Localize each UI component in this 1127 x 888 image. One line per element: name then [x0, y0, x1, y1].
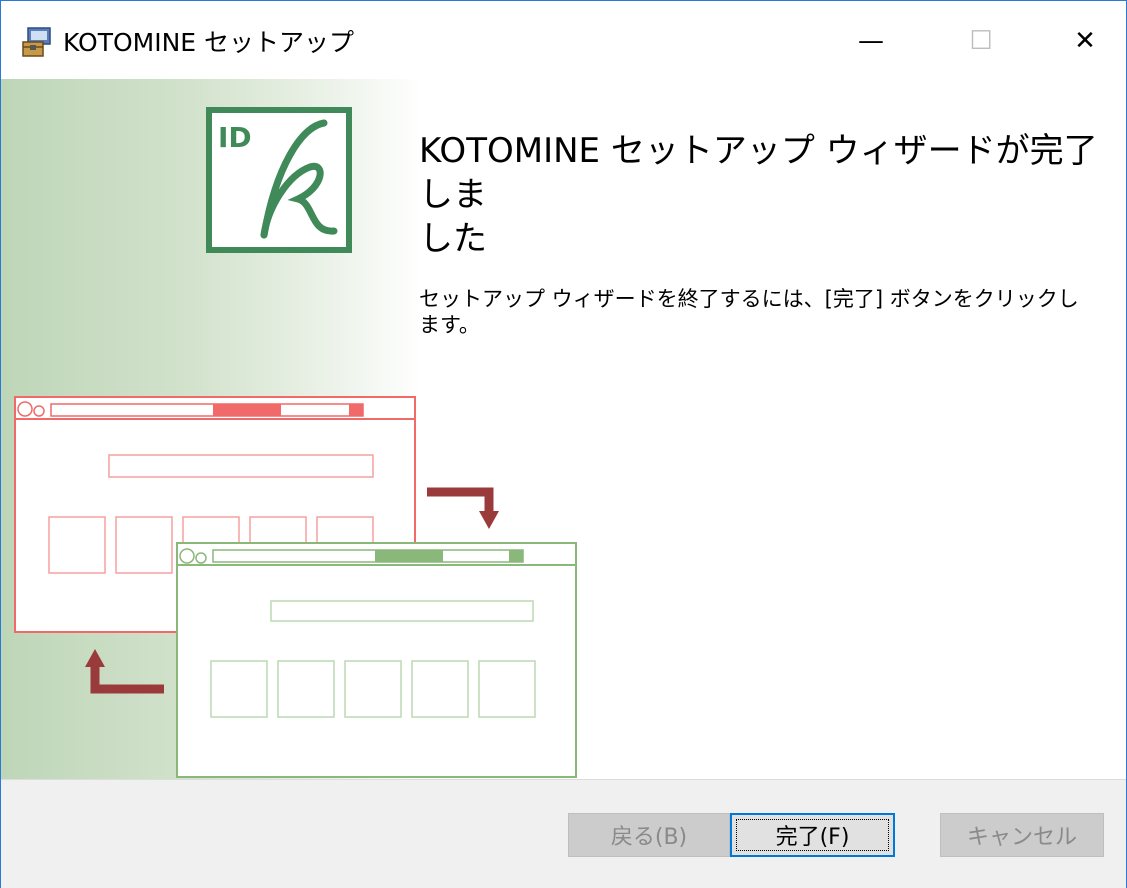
- installer-icon: [22, 27, 51, 57]
- logo-id-text: ID: [218, 121, 252, 154]
- button-bar: 戻る(B) 完了(F) キャンセル: [1, 779, 1126, 888]
- back-button[interactable]: 戻る(B): [568, 813, 730, 857]
- page-title: KOTOMINE セットアップ ウィザードが完了しま した: [419, 129, 1099, 261]
- page-title-line-2: した: [419, 219, 487, 259]
- close-icon[interactable]: ✕: [1057, 15, 1113, 67]
- page-title-line-1: KOTOMINE セットアップ ウィザードが完了しま: [419, 131, 1098, 215]
- setup-illustration: [14, 396, 577, 778]
- title-bar: KOTOMINE セットアップ — ☐ ✕: [1, 1, 1126, 79]
- window-title: KOTOMINE セットアップ: [63, 28, 355, 57]
- instruction-line-2: ます。: [419, 313, 480, 337]
- kotomine-logo: ID: [206, 107, 352, 253]
- setup-window: KOTOMINE セットアップ — ☐ ✕ ID KOTOMINE セットアップ…: [0, 0, 1127, 888]
- instruction-line-1: セットアップ ウィザードを終了するには、[完了] ボタンをクリックし: [419, 287, 1079, 311]
- minimize-icon[interactable]: —: [843, 15, 899, 67]
- finish-button[interactable]: 完了(F): [730, 813, 895, 857]
- maximize-icon[interactable]: ☐: [953, 15, 1009, 67]
- instruction-text: セットアップ ウィザードを終了するには、[完了] ボタンをクリックし ます。: [419, 286, 1099, 338]
- green-window-illustration: [176, 542, 577, 778]
- wizard-content: ID KOTOMINE セットアップ ウィザードが完了しま した セットアップ …: [1, 79, 1126, 779]
- cancel-button[interactable]: キャンセル: [940, 813, 1104, 857]
- focus-rectangle: [736, 819, 889, 851]
